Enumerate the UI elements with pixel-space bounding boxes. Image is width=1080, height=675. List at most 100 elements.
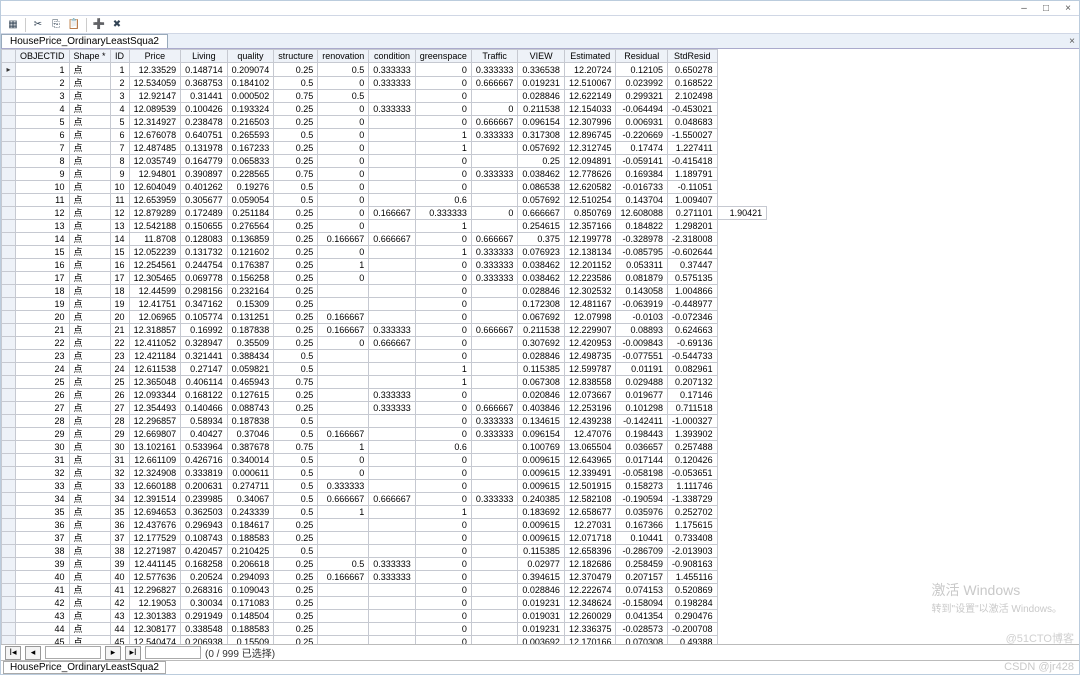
cell[interactable] [369, 415, 416, 428]
cell[interactable] [471, 636, 518, 645]
cell[interactable]: -0.415418 [668, 155, 718, 168]
column-header[interactable]: greenspace [415, 50, 471, 63]
cell[interactable]: -0.058198 [616, 467, 668, 480]
row-header[interactable] [2, 597, 16, 610]
cell[interactable]: -0.064494 [616, 103, 668, 116]
cell[interactable]: 0.290476 [668, 610, 718, 623]
row-header[interactable] [2, 454, 16, 467]
cell[interactable]: 12.307996 [564, 116, 616, 129]
cell[interactable] [369, 298, 416, 311]
cell[interactable]: 0.109043 [227, 584, 274, 597]
cell[interactable]: 0.5 [318, 90, 369, 103]
cell[interactable]: 0.258459 [616, 558, 668, 571]
cell[interactable]: 0.25 [274, 311, 318, 324]
cell[interactable]: 0.25 [274, 155, 318, 168]
app-icon[interactable]: ▦ [5, 17, 21, 33]
cell[interactable]: 0.465943 [227, 376, 274, 389]
cell[interactable]: 12.07998 [564, 311, 616, 324]
cell[interactable]: 0.252702 [668, 506, 718, 519]
cell[interactable]: 0.75 [274, 90, 318, 103]
cell[interactable]: 点 [69, 63, 110, 77]
cell[interactable]: 41 [16, 584, 70, 597]
table-row[interactable]: 44点4412.3081770.3385480.1885830.2500.019… [2, 623, 767, 636]
cell[interactable]: 0 [415, 467, 471, 480]
cell[interactable]: 0.148714 [181, 63, 228, 77]
cell[interactable]: 21 [16, 324, 70, 337]
table-row[interactable]: 19点1912.417510.3471620.153090.2500.17230… [2, 298, 767, 311]
cell[interactable]: 点 [69, 142, 110, 155]
cell[interactable]: 点 [69, 272, 110, 285]
cell[interactable]: 0.207157 [616, 571, 668, 584]
cell[interactable]: 0.041354 [616, 610, 668, 623]
cell[interactable]: 0.168522 [668, 77, 718, 90]
cell[interactable]: 0.169384 [616, 168, 668, 181]
row-header[interactable] [2, 506, 16, 519]
cell[interactable]: 点 [69, 233, 110, 246]
table-row[interactable]: 18点1812.445990.2981560.2321640.2500.0288… [2, 285, 767, 298]
cell[interactable]: -0.142411 [616, 415, 668, 428]
column-header[interactable]: Shape * [69, 50, 110, 63]
table-row[interactable]: 20点2012.069650.1057740.1312510.250.16666… [2, 311, 767, 324]
cell[interactable]: 33 [16, 480, 70, 493]
cell[interactable]: 点 [69, 454, 110, 467]
cell[interactable]: 12.308177 [129, 623, 181, 636]
cell[interactable]: 12.336375 [564, 623, 616, 636]
cell[interactable]: 12.481167 [564, 298, 616, 311]
cell[interactable]: 0.5 [274, 454, 318, 467]
cell[interactable]: 0.666667 [471, 324, 518, 337]
cell[interactable]: 0.019231 [518, 623, 565, 636]
cell[interactable]: 0 [415, 90, 471, 103]
cell[interactable]: 0.666667 [369, 337, 416, 350]
cell[interactable]: 12.604049 [129, 181, 181, 194]
cell[interactable]: 1 [415, 363, 471, 376]
cell[interactable]: 0.666667 [471, 233, 518, 246]
cell[interactable]: 0.333333 [471, 428, 518, 441]
row-header[interactable] [2, 571, 16, 584]
cell[interactable]: 12.138134 [564, 246, 616, 259]
cell[interactable]: 0 [415, 493, 471, 506]
cell[interactable]: 0 [415, 545, 471, 558]
cell[interactable]: 0.143704 [616, 194, 668, 207]
cell[interactable] [369, 480, 416, 493]
row-header[interactable] [2, 519, 16, 532]
cell[interactable]: 22 [110, 337, 129, 350]
cell[interactable] [471, 571, 518, 584]
cell[interactable]: 0.25 [274, 63, 318, 77]
row-header[interactable] [2, 636, 16, 645]
cell[interactable]: 0.333333 [369, 558, 416, 571]
cell[interactable] [369, 246, 416, 259]
cell[interactable]: 0 [318, 220, 369, 233]
table-row[interactable]: 22点2212.4110520.3289470.355090.2500.6666… [2, 337, 767, 350]
cell[interactable]: 0.25 [274, 571, 318, 584]
cell[interactable] [369, 454, 416, 467]
table-row[interactable]: 3点312.921470.314410.0005020.750.500.0288… [2, 90, 767, 103]
cell[interactable]: 22 [16, 337, 70, 350]
cell[interactable]: 0.533964 [181, 441, 228, 454]
cell[interactable] [369, 623, 416, 636]
cell[interactable]: 0.25 [274, 519, 318, 532]
column-header[interactable]: Estimated [564, 50, 616, 63]
cell[interactable] [471, 610, 518, 623]
cell[interactable]: 点 [69, 168, 110, 181]
row-header[interactable] [2, 142, 16, 155]
cell[interactable]: 0.25 [274, 298, 318, 311]
cell[interactable]: 1 [16, 63, 70, 77]
table-row[interactable]: 43点4312.3013830.2919490.1485040.2500.019… [2, 610, 767, 623]
cell[interactable]: 24 [110, 363, 129, 376]
cell[interactable]: 12.301383 [129, 610, 181, 623]
cell[interactable]: 0.172489 [181, 207, 228, 220]
column-header[interactable]: structure [274, 50, 318, 63]
cell[interactable]: 12.41751 [129, 298, 181, 311]
cell[interactable] [471, 532, 518, 545]
cell[interactable]: 1.175615 [668, 519, 718, 532]
cell[interactable]: 12.661109 [129, 454, 181, 467]
cell[interactable]: -1.000327 [668, 415, 718, 428]
cell[interactable]: 0.035976 [616, 506, 668, 519]
cell[interactable]: 0.120426 [668, 454, 718, 467]
cell[interactable] [318, 636, 369, 645]
cell[interactable]: 1.298201 [668, 220, 718, 233]
table-row[interactable]: 30点3013.1021610.5339640.3876780.7510.60.… [2, 441, 767, 454]
cell[interactable]: 30 [110, 441, 129, 454]
cell[interactable]: 0.009615 [518, 532, 565, 545]
cell[interactable]: 2.102498 [668, 90, 718, 103]
